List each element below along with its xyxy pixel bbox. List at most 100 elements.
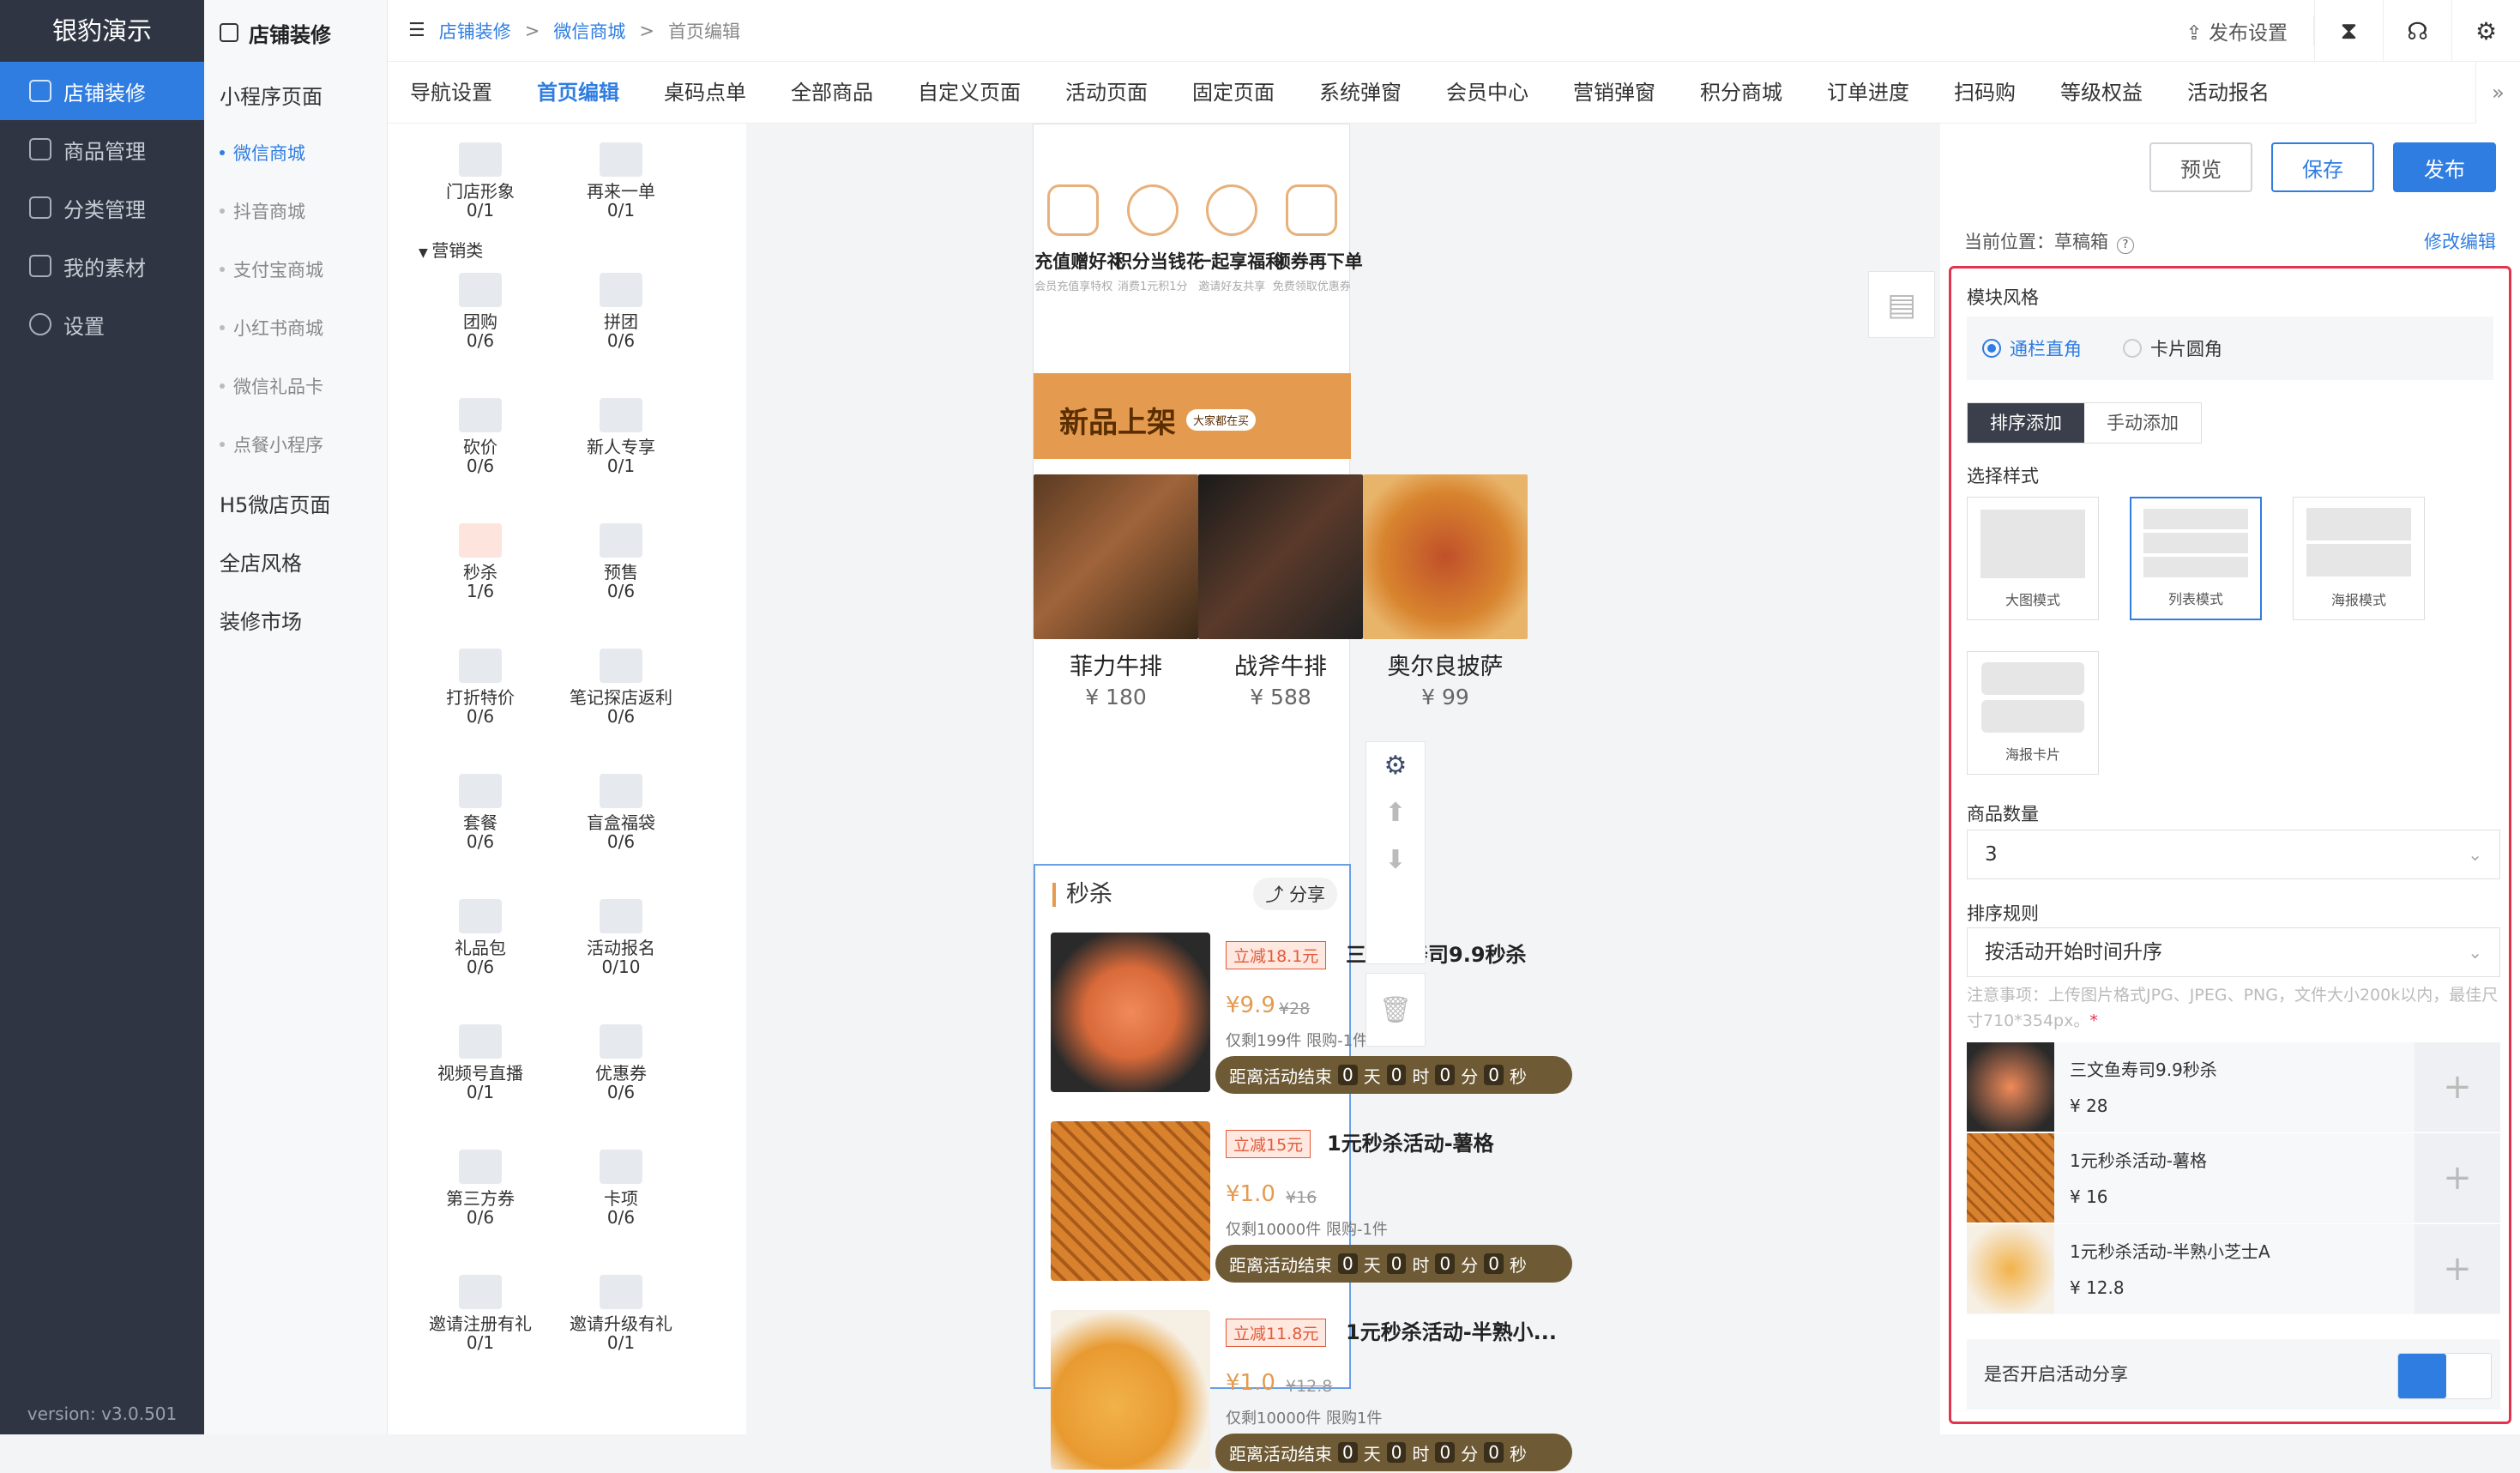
- product-card[interactable]: 奥尔良披萨 ¥ 99: [1363, 474, 1528, 709]
- component-invite-upgrade[interactable]: 邀请升级有礼 0/1: [552, 1275, 690, 1352]
- discount-tag: 立减18.1元: [1226, 941, 1327, 969]
- delete-button[interactable]: 🗑: [1366, 973, 1426, 1047]
- component-groupbuy[interactable]: 团购 0/6: [412, 273, 549, 350]
- seckill-item[interactable]: 立减18.1元 三文鱼寿司9.9秒杀 ¥9.9 ¥28 仅剩199件 限购-1件…: [1051, 933, 1572, 1096]
- publish-settings-button[interactable]: ⇪ 发布设置: [2160, 16, 2314, 45]
- arrow-down-icon[interactable]: ⬇: [1384, 845, 1406, 875]
- subnav-group-market[interactable]: 装修市场: [204, 590, 387, 649]
- nav-category[interactable]: 分类管理: [0, 178, 204, 237]
- sort-rule-select[interactable]: 按活动开始时间升序 ⌄: [1967, 927, 2500, 977]
- tab-scan-buy[interactable]: 扫码购: [1932, 62, 2038, 124]
- product-card[interactable]: 战斧牛排 ¥ 588: [1198, 474, 1363, 709]
- breadcrumb-link-store[interactable]: 店铺装修: [439, 18, 511, 44]
- component-bargain[interactable]: 砍价 0/6: [412, 398, 549, 475]
- component-gift-pack[interactable]: 礼品包 0/6: [412, 899, 549, 976]
- segment-sort-add[interactable]: 排序添加: [1968, 403, 2084, 443]
- tab-marketing-popup[interactable]: 营销弹窗: [1551, 62, 1678, 124]
- style-option-list[interactable]: 列表模式: [2130, 497, 2262, 620]
- seckill-item[interactable]: 立减11.8元 1元秒杀活动-半熟小... ¥1.0 ¥12.8 仅剩10000…: [1051, 1310, 1572, 1473]
- nav-goods[interactable]: 商品管理: [0, 120, 204, 178]
- component-coupon[interactable]: 优惠券 0/6: [552, 1024, 690, 1102]
- segment-manual-add[interactable]: 手动添加: [2084, 403, 2201, 443]
- breadcrumb-link-wechat[interactable]: 微信商城: [553, 18, 625, 44]
- nav-store-decoration[interactable]: 店铺装修: [0, 62, 204, 120]
- radio-card-round[interactable]: 卡片圆角: [2123, 335, 2222, 361]
- style-option-large[interactable]: 大图模式: [1967, 497, 2099, 620]
- tab-table-order[interactable]: 桌码点单: [642, 62, 769, 124]
- tab-fixed-page[interactable]: 固定页面: [1170, 62, 1297, 124]
- subnav-item-giftcard[interactable]: 微信礼品卡: [204, 357, 387, 415]
- component-count: 0/6: [466, 1207, 495, 1228]
- tab-nav-settings[interactable]: 导航设置: [388, 62, 515, 124]
- add-icon[interactable]: +: [2414, 1224, 2500, 1313]
- menu-icon[interactable]: ☰: [408, 20, 425, 41]
- help-icon[interactable]: ?: [2117, 237, 2134, 254]
- component-count: 0/6: [606, 330, 636, 351]
- component-blindbox[interactable]: 盲盒福袋 0/6: [552, 774, 690, 851]
- arrow-up-icon[interactable]: ⬆: [1384, 798, 1406, 828]
- radio-full-width[interactable]: 通栏直角: [1982, 335, 2082, 361]
- entry-recharge[interactable]: 充值赠好礼 会员充值享特权: [1034, 176, 1124, 305]
- component-pintuan[interactable]: 拼团 0/6: [552, 273, 690, 350]
- subnav-group-h5[interactable]: H5微店页面: [204, 474, 387, 532]
- tab-system-popup[interactable]: 系统弹窗: [1297, 62, 1424, 124]
- expand-tabs-icon[interactable]: »: [2475, 62, 2520, 124]
- subnav-item-alipay[interactable]: 支付宝商城: [204, 240, 387, 299]
- hourglass-icon[interactable]: ⧗: [2314, 0, 2383, 62]
- tab-order-progress[interactable]: 订单进度: [1805, 62, 1932, 124]
- seckill-module[interactable]: 秒杀 ⤴ 分享 立减18.1元 三文鱼寿司9.9秒杀 ¥9.9 ¥28 仅剩19…: [1034, 864, 1572, 1471]
- component-presale[interactable]: 预售 0/6: [552, 523, 690, 601]
- product-card[interactable]: 菲力牛排 ¥ 180: [1034, 474, 1198, 709]
- component-newcomer[interactable]: 新人专享 0/1: [552, 398, 690, 475]
- subnav-item-xiaohongshu[interactable]: 小红书商城: [204, 299, 387, 357]
- palette-category[interactable]: ▼ 营销类: [419, 237, 483, 262]
- entry-invite[interactable]: 一起享福利 邀请好友共享: [1193, 176, 1283, 305]
- settings-icon[interactable]: ⚙: [2451, 0, 2520, 62]
- preview-button[interactable]: 预览: [2149, 142, 2252, 192]
- component-card[interactable]: 卡项 0/6: [552, 1150, 690, 1227]
- radio-label: 卡片圆角: [2150, 339, 2222, 359]
- component-signup[interactable]: 活动报名 0/10: [552, 899, 690, 976]
- share-toggle[interactable]: [2397, 1353, 2492, 1399]
- tab-activity-signup[interactable]: 活动报名: [2165, 62, 2292, 124]
- style-option-poster-card[interactable]: 海报卡片: [1967, 651, 2099, 775]
- subnav-item-ordering[interactable]: 点餐小程序: [204, 415, 387, 474]
- publish-button[interactable]: 发布: [2393, 142, 2496, 192]
- style-option-poster[interactable]: 海报模式: [2293, 497, 2425, 620]
- tab-member-center[interactable]: 会员中心: [1424, 62, 1551, 124]
- component-discount[interactable]: 打折特价 0/6: [412, 649, 549, 726]
- nav-settings[interactable]: 设置: [0, 295, 204, 353]
- component-note-rebate[interactable]: 笔记探店返利 0/6: [552, 649, 690, 726]
- add-icon[interactable]: +: [2414, 1133, 2500, 1222]
- add-icon[interactable]: +: [2414, 1042, 2500, 1132]
- seckill-item[interactable]: 立减15元 1元秒杀活动-薯格 ¥1.0 ¥16 仅剩10000件 限购-1件 …: [1051, 1121, 1572, 1284]
- subnav-group-style[interactable]: 全店风格: [204, 532, 387, 590]
- tab-activity-page[interactable]: 活动页面: [1043, 62, 1170, 124]
- component-live[interactable]: 视频号直播 0/1: [412, 1024, 549, 1102]
- save-button[interactable]: 保存: [2271, 142, 2374, 192]
- entry-points[interactable]: 积分当钱花 消费1元积1分: [1114, 176, 1204, 305]
- headset-icon[interactable]: ☊: [2383, 0, 2451, 62]
- new-products-banner[interactable]: 新品上架 大家都在买: [1034, 373, 1351, 459]
- document-icon[interactable]: ▤: [1868, 271, 1935, 338]
- tab-custom-page[interactable]: 自定义页面: [895, 62, 1043, 124]
- subnav-item-wechat[interactable]: 微信商城: [204, 124, 387, 182]
- component-reorder[interactable]: 再来一单 0/1: [552, 142, 690, 220]
- share-button[interactable]: ⤴ 分享: [1253, 878, 1337, 910]
- entry-coupon[interactable]: 领券再下单 免费领取优惠券: [1273, 176, 1363, 305]
- subnav-item-douyin[interactable]: 抖音商城: [204, 182, 387, 240]
- tab-points-mall[interactable]: 积分商城: [1678, 62, 1805, 124]
- nav-materials[interactable]: 我的素材: [0, 237, 204, 295]
- component-seckill[interactable]: 秒杀 1/6: [412, 523, 549, 601]
- tab-all-goods[interactable]: 全部商品: [769, 62, 895, 124]
- component-invite-register[interactable]: 邀请注册有礼 0/1: [412, 1275, 549, 1352]
- quantity-select[interactable]: 3 ⌄: [1967, 830, 2500, 879]
- tab-home-edit[interactable]: 首页编辑: [515, 62, 642, 124]
- subnav-group-miniprogram[interactable]: 小程序页面: [204, 65, 387, 124]
- component-store-image[interactable]: 门店形象 0/1: [412, 142, 549, 220]
- component-third-coupon[interactable]: 第三方券 0/6: [412, 1150, 549, 1227]
- tab-level-rights[interactable]: 等级权益: [2038, 62, 2165, 124]
- component-combo[interactable]: 套餐 0/6: [412, 774, 549, 851]
- gear-icon[interactable]: ⚙: [1384, 751, 1408, 781]
- modify-edit-link[interactable]: 修改编辑: [2424, 228, 2496, 254]
